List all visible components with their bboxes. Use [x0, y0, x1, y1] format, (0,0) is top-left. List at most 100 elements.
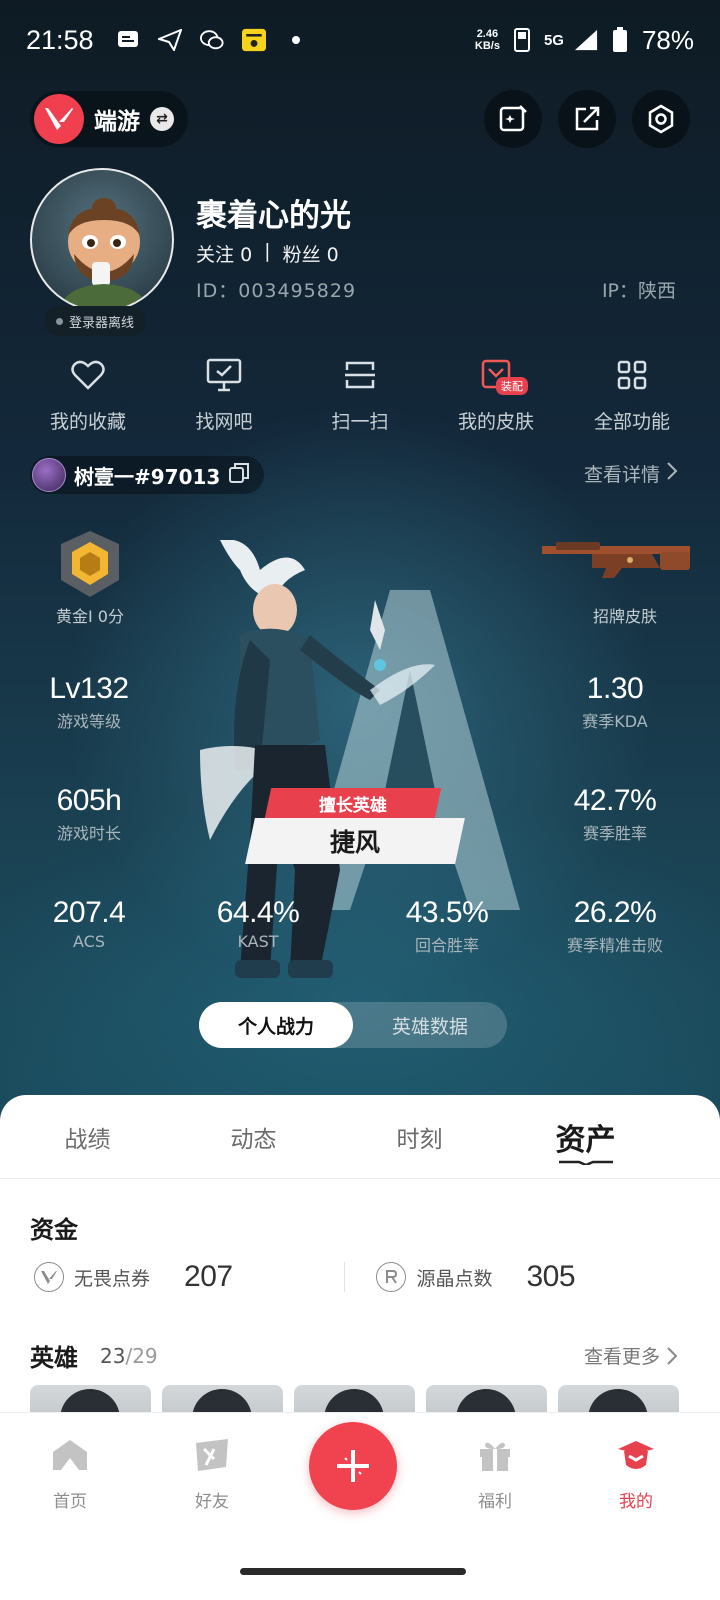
game-account-pill[interactable]: 树壹一#97013: [30, 456, 265, 494]
app-notification-icon: [241, 28, 266, 52]
stat-label: 赛季精准击败: [566, 936, 663, 955]
hero-thumbnail[interactable]: [558, 1385, 679, 1413]
view-detail-link[interactable]: 查看详情: [584, 460, 678, 487]
status-bar: 21:58 2.46 KB/s 5G 78%: [0, 0, 720, 80]
chevron-right-icon: [666, 461, 678, 486]
home-indicator[interactable]: [240, 1568, 466, 1575]
nav-label: 我的: [619, 1492, 653, 1512]
tab-hero-data[interactable]: 英雄数据: [353, 1002, 507, 1048]
dual-sim-icon: [510, 28, 534, 52]
scan-icon: [340, 355, 380, 395]
quick-action-find-cafe[interactable]: 找网吧: [158, 355, 290, 434]
share-button[interactable]: [558, 90, 616, 148]
stat-value: 26.2%: [573, 896, 657, 929]
stat-label: 游戏等级: [56, 712, 121, 731]
fund-divider: [343, 1262, 345, 1292]
swap-icon: ⇄: [150, 107, 174, 131]
tab-personal-power[interactable]: 个人战力: [199, 1002, 353, 1048]
stat-label: 赛季KDA: [582, 712, 648, 731]
stat-season-winrate: 42.7% 赛季胜率: [530, 784, 700, 844]
monitor-icon: [204, 355, 244, 395]
nav-home[interactable]: 首页: [20, 1435, 120, 1512]
hero-thumbnail[interactable]: [30, 1385, 151, 1413]
tab-feed[interactable]: 动态: [175, 1120, 332, 1154]
chevron-right-icon: [667, 1346, 678, 1365]
stat-value: 42.7%: [573, 784, 657, 817]
quick-action-all-features[interactable]: 全部功能: [566, 355, 698, 434]
game-switcher[interactable]: 端游 ⇄: [30, 91, 188, 147]
quick-action-label: 我的皮肤: [457, 411, 534, 433]
funds-title: 资金: [30, 1216, 78, 1244]
grid-icon: [612, 355, 652, 395]
funds-row: 无畏点券 207 源晶点数 305: [34, 1260, 686, 1294]
stat-kast: 64.4% KAST: [173, 896, 343, 951]
quick-action-my-skins[interactable]: 装配 我的皮肤: [430, 355, 562, 434]
fans-link[interactable]: 粉丝 0: [283, 240, 339, 267]
battery-level: 78%: [641, 24, 694, 55]
avatar-illustration: [58, 198, 150, 310]
message-icon: [116, 28, 140, 52]
user-id: ID：003495829: [196, 280, 357, 302]
equip-badge: 装配: [496, 377, 528, 395]
radianite-points-icon: [376, 1262, 407, 1292]
best-hero-name[interactable]: 捷风: [245, 818, 465, 864]
hero-thumbnail[interactable]: [294, 1385, 415, 1413]
tab-assets[interactable]: 资产: [507, 1115, 664, 1165]
wechat-icon: [199, 28, 224, 52]
quick-action-favorites[interactable]: 我的收藏: [22, 355, 154, 434]
settings-button[interactable]: [632, 90, 690, 148]
share-icon: [575, 106, 600, 131]
status-time: 21:58: [26, 24, 94, 55]
user-nickname: 裹着心的光: [196, 198, 351, 234]
view-more-heroes-link[interactable]: 查看更多: [584, 1342, 678, 1369]
stat-value: 605h: [56, 784, 122, 817]
send-icon: [157, 28, 182, 52]
network-type: 5G: [543, 31, 564, 49]
stat-round-winrate: 43.5% 回合胜率: [362, 896, 532, 956]
fund-valorant-points: 无畏点券 207: [34, 1260, 344, 1294]
heroes-title: 英雄: [30, 1344, 78, 1372]
rank-label: 黄金I 0分: [56, 607, 124, 626]
settings-icon: [648, 104, 674, 134]
signal-icon: [574, 28, 598, 52]
game-switcher-label: 端游: [94, 109, 140, 135]
nav-me[interactable]: 我的: [586, 1435, 686, 1512]
fund-value: 207: [184, 1260, 233, 1293]
gift-icon: [475, 1435, 515, 1475]
tab-record[interactable]: 战绩: [9, 1120, 166, 1154]
stats-view-toggle: 个人战力 英雄数据: [199, 1002, 507, 1048]
content-tabs: 战绩 动态 时刻 资产: [0, 1095, 720, 1179]
hero-thumbnail[interactable]: [162, 1385, 283, 1413]
nav-friends[interactable]: 好友: [162, 1435, 262, 1512]
stat-acs: 207.4 ACS: [4, 896, 174, 951]
following-link[interactable]: 关注 0: [196, 240, 252, 267]
featured-skin-label: 招牌皮肤: [592, 607, 657, 626]
edit-post-button[interactable]: [484, 90, 542, 148]
home-icon: [50, 1435, 90, 1475]
quick-action-scan[interactable]: 扫一扫: [294, 355, 426, 434]
launcher-status-badge: 登录器离线: [44, 306, 147, 336]
tab-assets-label: 资产: [555, 1122, 616, 1158]
rank-gold-icon: [61, 531, 119, 597]
create-post-button[interactable]: [309, 1422, 397, 1510]
stat-label: 回合胜率: [414, 936, 479, 955]
game-account-avatar: [32, 458, 66, 492]
valorant-logo-icon: [34, 94, 84, 144]
nav-benefits[interactable]: 福利: [445, 1435, 545, 1512]
fund-label: 源晶点数: [416, 1267, 493, 1290]
heroes-header: 英雄 23/29 查看更多: [30, 1338, 678, 1373]
launcher-status-text: 登录器离线: [69, 315, 135, 331]
nav-label: 首页: [53, 1492, 87, 1512]
user-avatar[interactable]: [30, 168, 174, 312]
view-detail-label: 查看详情: [583, 464, 660, 486]
hero-thumbnails: [30, 1385, 690, 1413]
fund-radianite-points: 源晶点数 305: [376, 1260, 686, 1294]
heart-icon: [68, 355, 108, 395]
hero-thumbnail[interactable]: [426, 1385, 547, 1413]
tab-moments[interactable]: 时刻: [341, 1120, 498, 1154]
stat-label: 赛季胜率: [582, 824, 647, 843]
quick-action-label: 全部功能: [593, 411, 670, 433]
heroes-count: 23/29: [100, 1343, 158, 1368]
copy-icon[interactable]: [228, 462, 250, 488]
fund-value: 305: [526, 1260, 576, 1293]
